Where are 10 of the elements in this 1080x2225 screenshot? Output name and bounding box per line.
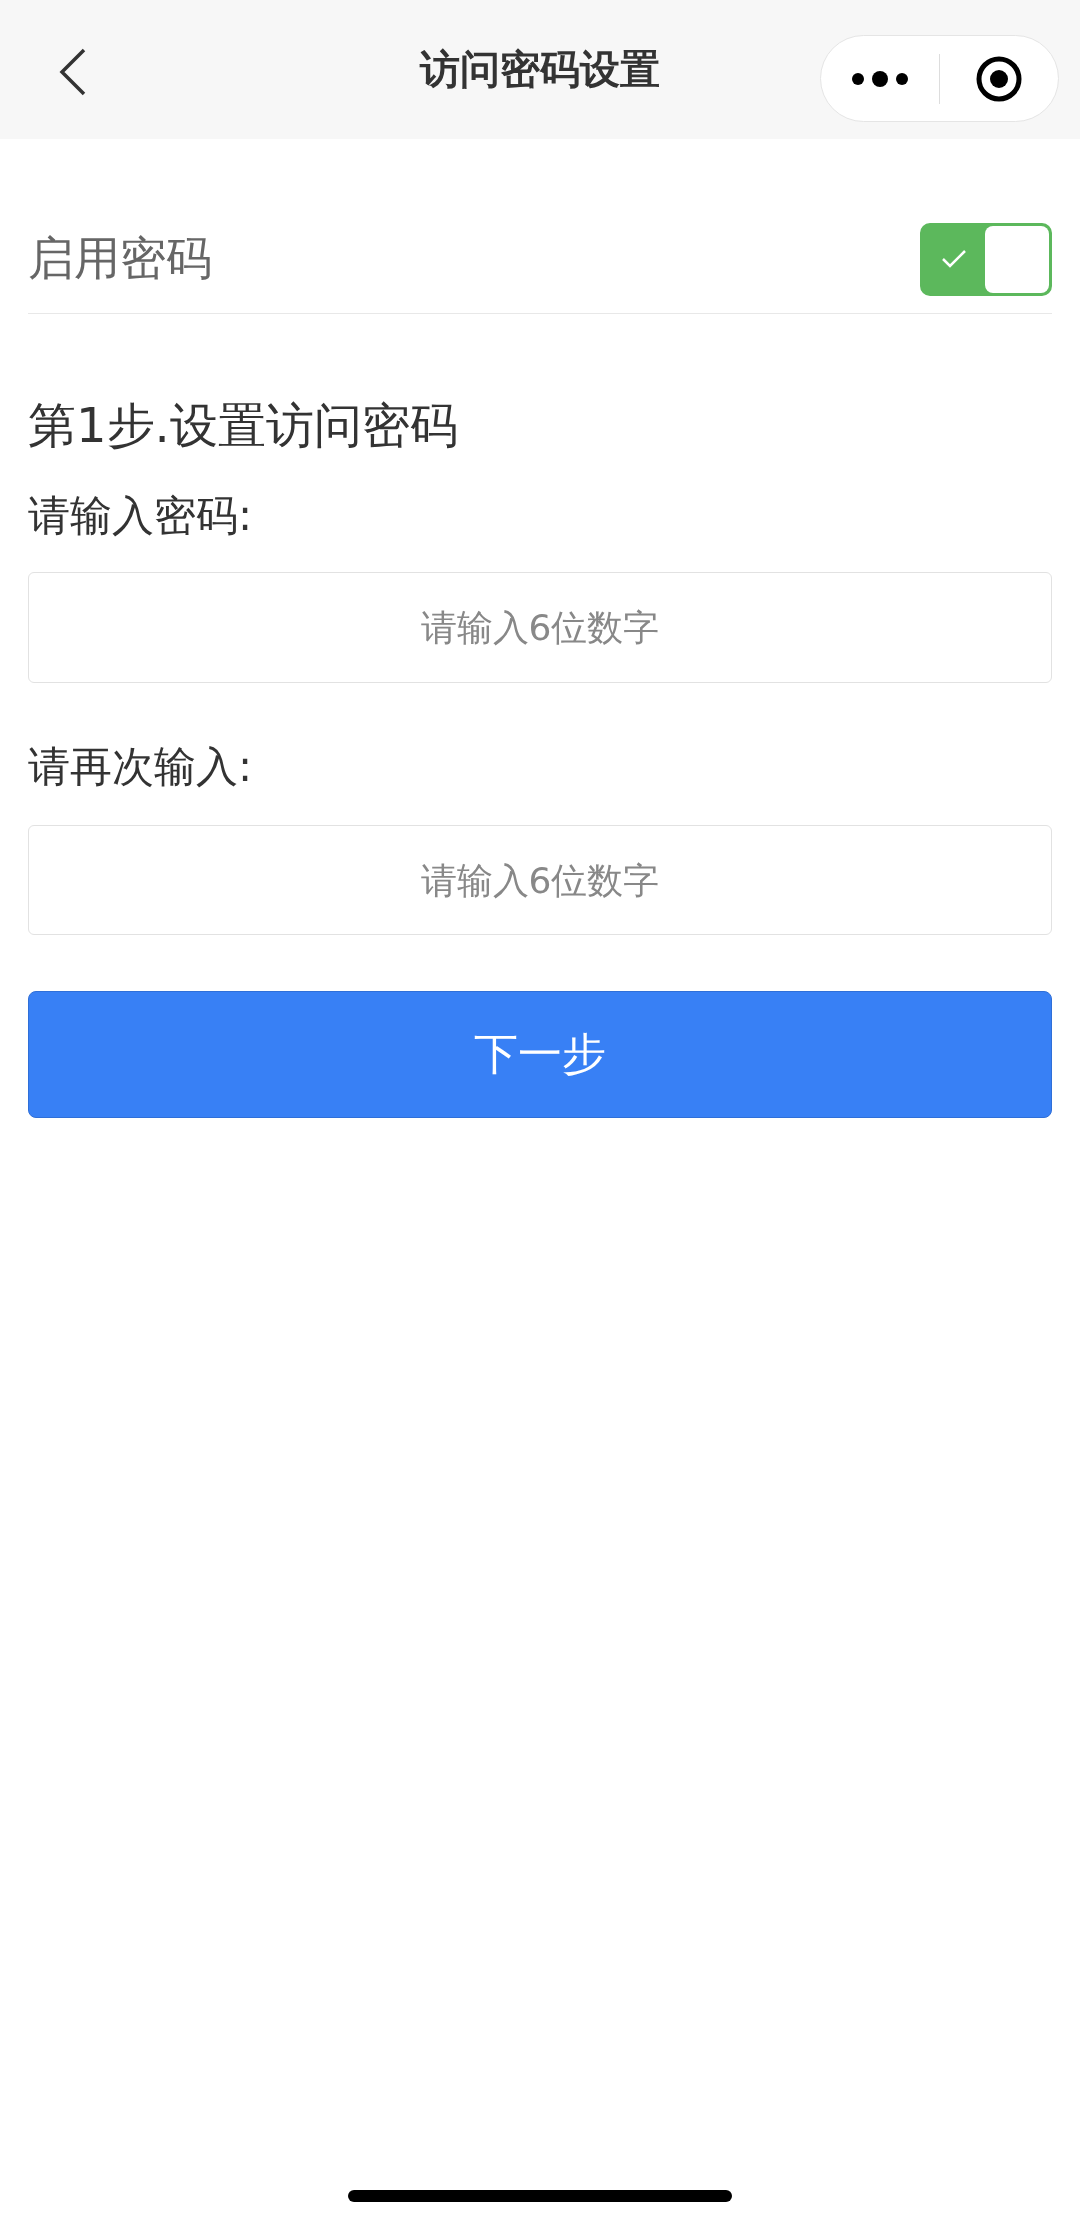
field-label: 请输入密码: [28, 490, 254, 542]
next-button[interactable]: 下一步 [28, 991, 1052, 1118]
password-switch[interactable] [920, 222, 1052, 296]
check-icon [941, 247, 967, 270]
field-label: 请再次输入: [28, 741, 254, 793]
page-title: 访问密码设置 [420, 45, 660, 94]
password-field[interactable]: 请输入6位数字 [28, 572, 1052, 683]
password-field[interactable]: 请输入6位数字 [28, 825, 1052, 935]
step-title: 第1步.设置访问密码 [28, 396, 459, 455]
toggle-label: 启用密码 [28, 230, 212, 287]
